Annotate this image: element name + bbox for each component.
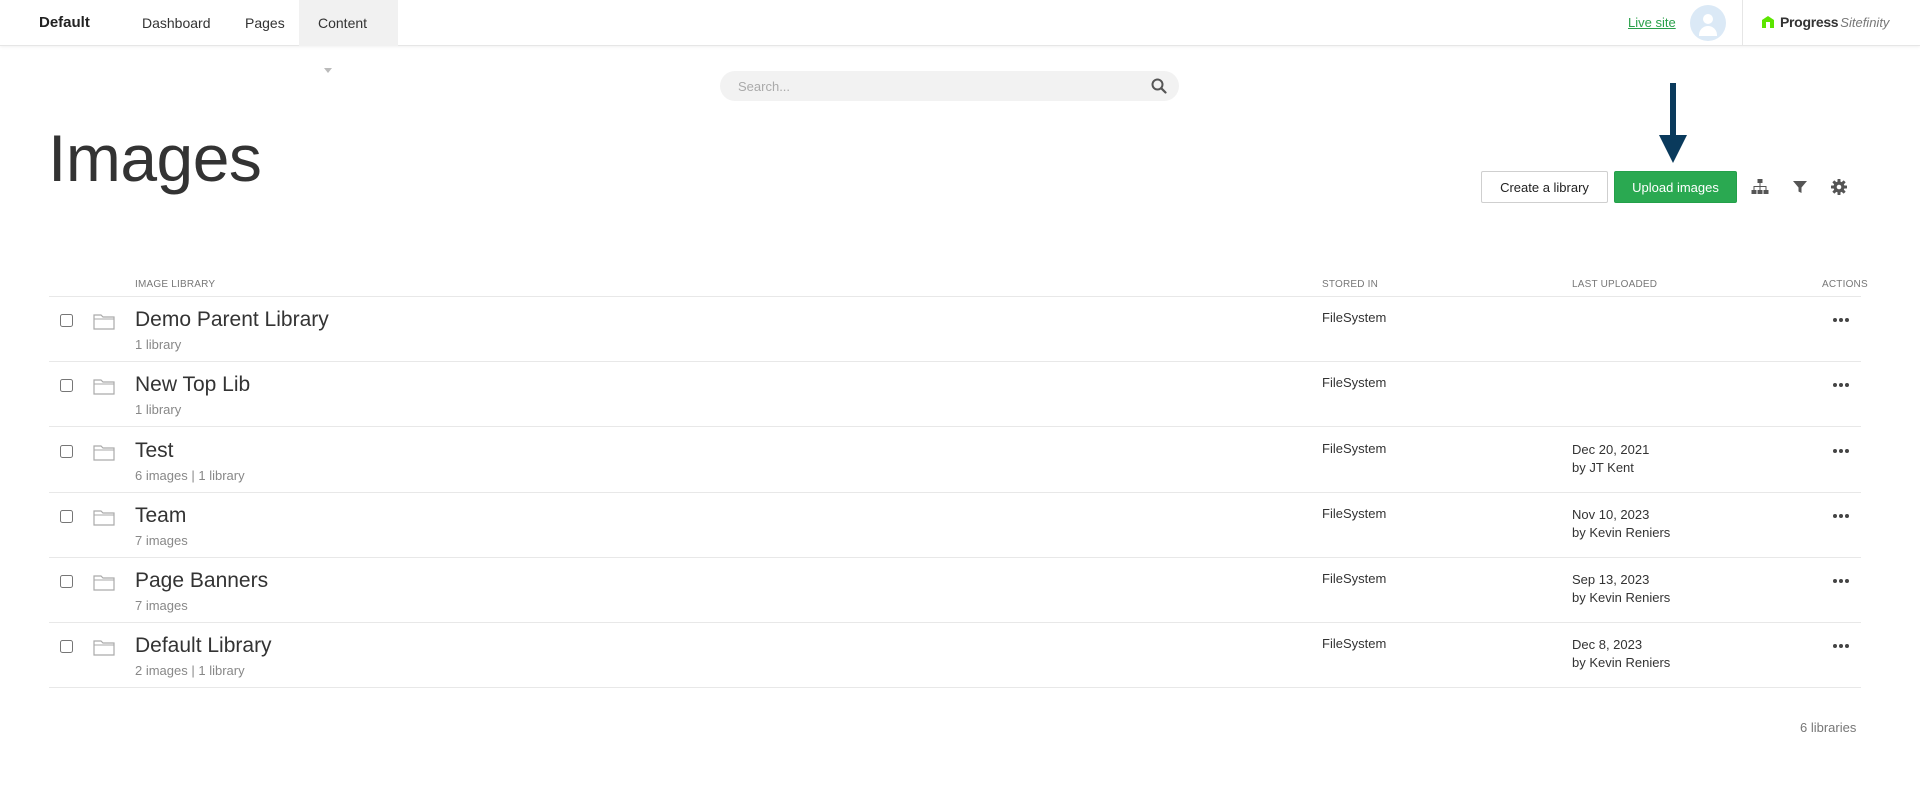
page-title: Images: [48, 121, 262, 195]
folder-icon: [93, 445, 115, 461]
search-box: [720, 71, 1179, 101]
upload-date: Dec 20, 2021: [1572, 442, 1650, 457]
table-row: New Top Lib 1 library FileSystem: [49, 362, 1861, 427]
upload-date: Sep 13, 2023: [1572, 572, 1650, 587]
column-header-image-library: Image library: [135, 279, 216, 290]
last-uploaded: Nov 10, 2023 by Kevin Reniers: [1572, 506, 1670, 542]
library-count: 6 libraries: [1800, 720, 1857, 735]
library-name[interactable]: Team: [135, 504, 186, 528]
row-checkbox[interactable]: [60, 445, 73, 458]
filter-icon[interactable]: [1791, 178, 1809, 196]
library-meta: 7 images: [135, 533, 188, 548]
library-name[interactable]: Page Banners: [135, 569, 268, 593]
search-input[interactable]: [738, 71, 1138, 101]
row-checkbox[interactable]: [60, 314, 73, 327]
top-navigation: Default Dashboard Pages Content Live sit…: [0, 0, 1920, 73]
logo-subtext: Sitefinity: [1840, 14, 1890, 30]
folder-icon: [93, 314, 115, 330]
library-name[interactable]: Test: [135, 439, 174, 463]
stored-in-value: FileSystem: [1322, 310, 1387, 325]
folder-icon: [93, 640, 115, 656]
library-name[interactable]: New Top Lib: [135, 373, 250, 397]
divider: [1742, 0, 1743, 46]
more-actions-icon[interactable]: [1829, 506, 1853, 526]
row-checkbox[interactable]: [60, 510, 73, 523]
library-meta: 7 images: [135, 598, 188, 613]
caret-down-icon: [324, 67, 332, 73]
more-actions-icon[interactable]: [1829, 636, 1853, 656]
hierarchy-icon[interactable]: [1751, 178, 1769, 196]
nav-pages[interactable]: Pages: [226, 0, 304, 46]
more-actions-icon[interactable]: [1829, 375, 1853, 395]
upload-author: by JT Kent: [1572, 460, 1634, 475]
nav-dashboard[interactable]: Dashboard: [123, 0, 230, 46]
column-header-last-uploaded: Last uploaded: [1572, 279, 1658, 290]
live-site-link[interactable]: Live site: [1628, 15, 1676, 30]
avatar-body-shape: [1699, 26, 1717, 36]
library-meta: 1 library: [135, 402, 182, 417]
table-row: Team 7 images FileSystem Nov 10, 2023 by …: [49, 493, 1861, 558]
library-name[interactable]: Demo Parent Library: [135, 308, 329, 332]
search-icon[interactable]: [1151, 78, 1167, 94]
column-header-actions: Actions: [1822, 279, 1868, 290]
arrow-down-icon: [1659, 83, 1687, 163]
more-actions-icon[interactable]: [1829, 571, 1853, 591]
gear-icon[interactable]: [1830, 178, 1848, 196]
stored-in-value: FileSystem: [1322, 441, 1387, 456]
upload-date: Nov 10, 2023: [1572, 507, 1650, 522]
library-meta: 1 library: [135, 337, 182, 352]
upload-author: by Kevin Reniers: [1572, 655, 1671, 670]
folder-icon: [93, 379, 115, 395]
upload-author: by Kevin Reniers: [1572, 590, 1671, 605]
last-uploaded: Sep 13, 2023 by Kevin Reniers: [1572, 571, 1670, 607]
more-actions-icon[interactable]: [1829, 310, 1853, 330]
upload-author: by Kevin Reniers: [1572, 525, 1671, 540]
library-meta: 6 images | 1 library: [135, 468, 245, 483]
stored-in-value: FileSystem: [1322, 636, 1387, 651]
nav-content-label: Content: [318, 15, 368, 31]
user-avatar[interactable]: [1690, 5, 1726, 41]
table-row: Test 6 images | 1 library FileSystem Dec…: [49, 428, 1861, 493]
table-row: Page Banners 7 images FileSystem Sep 13,…: [49, 558, 1861, 623]
stored-in-value: FileSystem: [1322, 571, 1387, 586]
library-name[interactable]: Default Library: [135, 634, 272, 658]
nav-content[interactable]: Content: [299, 0, 398, 73]
logo-text: Progress: [1780, 14, 1839, 30]
more-actions-icon[interactable]: [1829, 441, 1853, 461]
progress-logo-icon: [1762, 16, 1774, 28]
table-row: Default Library 2 images | 1 library Fil…: [49, 623, 1861, 688]
avatar-head-shape: [1703, 14, 1713, 24]
stored-in-value: FileSystem: [1322, 506, 1387, 521]
last-uploaded: Dec 8, 2023 by Kevin Reniers: [1572, 636, 1670, 672]
library-meta: 2 images | 1 library: [135, 663, 245, 678]
progress-sitefinity-logo: Progress Sitefinity: [1760, 12, 1889, 32]
row-checkbox[interactable]: [60, 379, 73, 392]
stored-in-value: FileSystem: [1322, 375, 1387, 390]
last-uploaded: Dec 20, 2021 by JT Kent: [1572, 441, 1649, 477]
table-row: Demo Parent Library 1 library FileSystem: [49, 297, 1861, 362]
site-name[interactable]: Default: [39, 14, 90, 31]
upload-date: Dec 8, 2023: [1572, 637, 1643, 652]
folder-icon: [93, 510, 115, 526]
upload-images-button[interactable]: Upload images: [1614, 171, 1737, 203]
row-checkbox[interactable]: [60, 575, 73, 588]
create-library-button[interactable]: Create a library: [1481, 171, 1608, 203]
column-header-stored-in: Stored in: [1322, 279, 1379, 290]
row-checkbox[interactable]: [60, 640, 73, 653]
folder-icon: [93, 575, 115, 591]
